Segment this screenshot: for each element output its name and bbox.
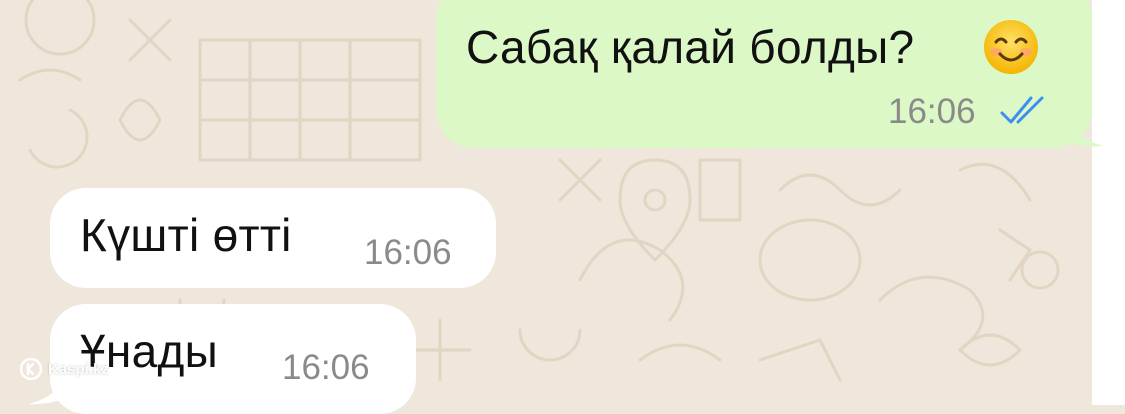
kaspi-logo-icon [20,358,42,380]
watermark-label: Kaspi.kz [48,360,109,378]
outgoing-message-time: 16:06 [888,92,976,131]
outgoing-message-text: Сабақ қалай болды? [466,21,915,73]
incoming-message-text: Күшті өтті [80,209,292,261]
kaspi-watermark: Kaspi.kz [20,358,109,380]
incoming-message-time: 16:06 [282,348,370,387]
smiling-face-emoji [984,20,1038,74]
read-double-check-icon [1000,96,1044,124]
incoming-message-time: 16:06 [364,233,452,272]
outgoing-bubble-tail [1064,100,1104,147]
screen-edge [1092,0,1125,405]
